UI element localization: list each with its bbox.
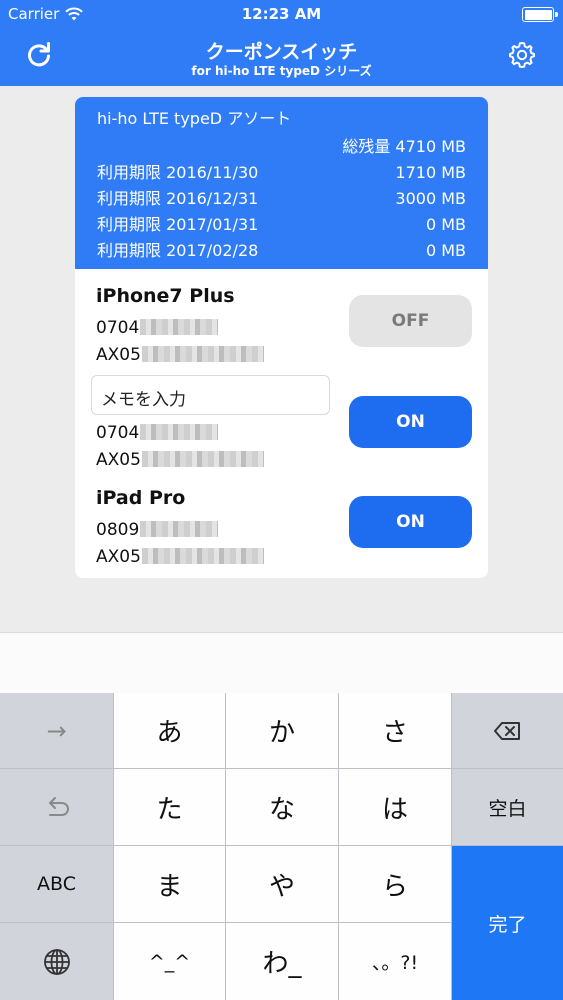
expiration-amount: 0 MB [425, 241, 466, 260]
phone-number: 0809 [96, 520, 219, 540]
key-ra[interactable]: ら [339, 846, 451, 922]
key-wa[interactable]: わ_ [226, 923, 338, 1000]
status-time: 12:23 AM [241, 5, 322, 23]
redacted-mosaic [141, 346, 264, 362]
device-name: iPhone7 Plus [96, 285, 235, 307]
redacted-mosaic [140, 521, 219, 537]
switch-off-button[interactable]: OFF [349, 295, 472, 347]
emoticon-key[interactable]: ^_^ [114, 923, 225, 1000]
coupon-card: hi-ho LTE typeD アソート 総残量 4710 MB 利用期限 20… [75, 97, 488, 578]
expiration-amount: 1710 MB [395, 163, 466, 182]
settings-button[interactable] [505, 38, 539, 72]
iccid-prefix: AX05 [96, 450, 141, 470]
globe-icon [43, 948, 70, 975]
delete-key[interactable] [452, 693, 563, 768]
key-ya[interactable]: や [226, 846, 338, 922]
key-ha[interactable]: は [339, 769, 451, 845]
globe-key[interactable] [0, 923, 113, 1000]
redacted-mosaic [141, 548, 264, 564]
key-a[interactable]: あ [114, 693, 225, 768]
arrow-right-icon: → [46, 716, 67, 745]
expiration-label: 利用期限 2016/12/31 [97, 189, 259, 208]
plan-name: hi-ho LTE typeD アソート [97, 109, 292, 128]
plan-summary: hi-ho LTE typeD アソート 総残量 4710 MB 利用期限 20… [75, 97, 488, 269]
key-ka[interactable]: か [226, 693, 338, 768]
phone-prefix: 0809 [96, 520, 140, 540]
expiration-label: 利用期限 2017/01/31 [97, 215, 259, 234]
key-ma[interactable]: ま [114, 846, 225, 922]
input-accessory-area [0, 632, 563, 693]
key-ta[interactable]: た [114, 769, 225, 845]
expiration-row: 利用期限 2017/01/31 0 MB [97, 212, 466, 238]
status-bar: Carrier 12:23 AM [0, 0, 563, 30]
delete-icon [493, 721, 520, 740]
punctuation-key[interactable]: 、。?! [339, 923, 451, 1000]
phone-prefix: 0704 [96, 318, 140, 338]
expiration-amount: 3000 MB [395, 189, 466, 208]
total-remaining: 総残量 4710 MB [342, 137, 466, 156]
redacted-mosaic [141, 451, 264, 467]
undo-key[interactable] [0, 769, 113, 845]
battery-icon [522, 7, 558, 22]
switch-on-button[interactable]: ON [349, 496, 472, 548]
arrow-key[interactable]: → [0, 693, 113, 768]
header: Carrier 12:23 AM クーポンスイッチ for hi-ho LTE … [0, 0, 563, 86]
phone-number: 0704 [96, 423, 219, 443]
nav-subtitle: for hi-ho LTE typeD シリーズ [191, 64, 372, 78]
expiration-row: 利用期限 2016/12/31 3000 MB [97, 186, 466, 212]
japanese-keyboard: → あ か さ た な は 空白 ABC ま や ら 完了 ^_^ わ_ 、。?… [0, 693, 563, 1000]
redacted-mosaic [140, 319, 219, 335]
iccid-number: AX05 [96, 345, 264, 365]
expiration-amount: 0 MB [425, 215, 466, 234]
phone-number: 0704 [96, 318, 219, 338]
abc-key[interactable]: ABC [0, 846, 113, 922]
gear-icon [509, 42, 535, 68]
phone-prefix: 0704 [96, 423, 140, 443]
done-key[interactable]: 完了 [452, 846, 563, 1000]
memo-input[interactable]: メモを入力 [91, 375, 330, 415]
key-sa[interactable]: さ [339, 693, 451, 768]
expiration-label: 利用期限 2017/02/28 [97, 241, 259, 260]
nav-title: クーポンスイッチ [205, 41, 358, 63]
iccid-number: AX05 [96, 450, 264, 470]
iccid-prefix: AX05 [96, 547, 141, 567]
switch-on-button[interactable]: ON [349, 396, 472, 448]
undo-icon [48, 797, 69, 816]
space-key[interactable]: 空白 [452, 769, 563, 845]
expiration-row: 利用期限 2016/11/30 1710 MB [97, 160, 466, 186]
iccid-number: AX05 [96, 547, 264, 567]
device-name: iPad Pro [96, 487, 186, 509]
key-na[interactable]: な [226, 769, 338, 845]
expiration-row: 利用期限 2017/02/28 0 MB [97, 238, 466, 264]
iccid-prefix: AX05 [96, 345, 141, 365]
redacted-mosaic [140, 424, 219, 440]
expiration-label: 利用期限 2016/11/30 [97, 163, 259, 182]
